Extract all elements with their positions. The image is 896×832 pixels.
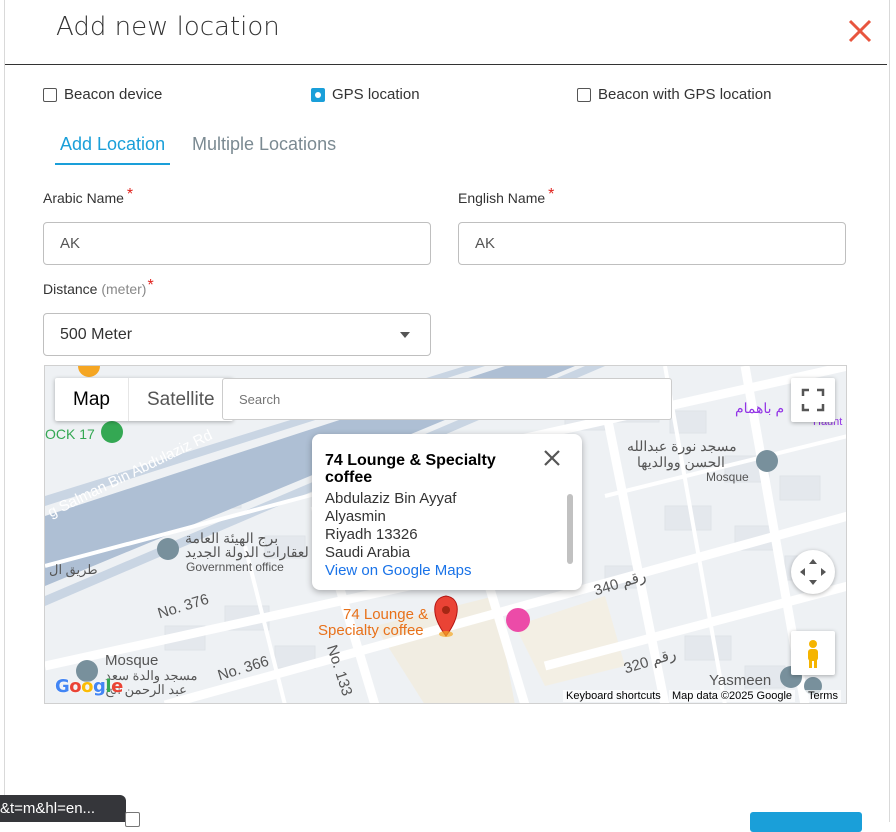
fullscreen-icon [801,388,825,412]
beacon-with-gps-checkbox[interactable] [577,87,591,102]
info-place-name: 74 Lounge & Specialty coffee [325,452,496,486]
option-beacon-with-gps[interactable]: Beacon with GPS location [577,86,771,103]
map-place-label: الحسن ووالديها [637,454,725,470]
distance-unit: (meter) [101,281,147,297]
map-search-input[interactable]: Search [222,378,672,420]
keyboard-shortcuts-link[interactable]: Keyboard shortcuts [563,690,664,702]
map-place-label: Mosque [105,652,159,669]
info-address-line: Alyasmin [325,508,386,525]
map-type-satellite-button[interactable]: Satellite [127,378,233,421]
bottom-checkbox[interactable] [125,812,140,827]
map-type-control: Map Satellite [55,378,233,421]
google-logo: Google [55,676,123,697]
map-place-label: م باهمام [735,400,785,416]
map-place-label: OCK 17 [45,426,95,442]
distance-label-text: Distance [43,281,98,297]
arabic-name-input[interactable]: AK [43,222,431,265]
arabic-name-label-text: Arabic Name [43,190,124,206]
gps-location-checkbox[interactable] [311,87,325,102]
option-beacon-device[interactable]: Beacon device [43,86,162,103]
option-label: Beacon with GPS location [598,86,772,103]
map-data-attribution: Map data ©2025 Google [669,690,796,702]
location-type-options: Beacon device GPS location Beacon with G… [43,86,843,106]
map-place-label: Specialty coffee [318,622,424,639]
submit-button[interactable] [750,812,862,832]
required-mark: * [548,186,555,203]
info-address-line: Abdulaziz Bin Ayyaf [325,490,457,507]
map-place-label: طريق ال [49,562,98,577]
move-arrows-icon [800,559,826,585]
status-url-tooltip: &t=m&hl=en... [0,795,126,822]
required-mark: * [126,186,134,203]
arabic-name-label: Arabic Name * [43,186,133,208]
english-name-label-text: English Name [458,190,546,206]
option-label: GPS location [332,86,420,103]
info-close-button[interactable] [540,446,564,470]
map-view[interactable]: g Salman Bin Abdulaziz Rd No. 376 No. 36… [44,365,847,704]
modal-header: Add new location [5,0,887,65]
option-gps-location[interactable]: GPS location [311,86,420,103]
map-place-label: Government office [186,560,284,574]
tab-multiple-locations[interactable]: Multiple Locations [187,128,341,163]
required-mark: * [147,277,154,294]
map-place-label: 74 Lounge & [343,606,429,623]
modal-title: Add new location [56,12,280,42]
option-label: Beacon device [64,86,163,103]
camera-control-button[interactable] [791,550,835,594]
distance-selected-value: 500 Meter [60,326,133,343]
tab-add-location[interactable]: Add Location [55,128,171,165]
pegman-icon [808,640,818,668]
english-name-label: English Name * [458,186,554,208]
street-view-pegman-button[interactable] [791,631,835,675]
map-place-label: Yasmeen [709,672,772,689]
close-modal-button[interactable] [843,14,877,48]
chevron-down-icon [400,332,410,338]
map-place-label: Mosque [706,470,749,484]
map-place-label: مسجد نورة عبدالله [627,438,737,454]
info-scrollbar[interactable] [567,494,573,564]
english-name-input[interactable]: AK [458,222,846,265]
info-address-line: Saudi Arabia [325,544,411,561]
map-type-map-button[interactable]: Map [55,378,128,421]
distance-select[interactable]: 500 Meter [43,313,431,356]
add-location-modal: Add new location Beacon device GPS locat… [4,0,890,822]
distance-label: Distance (meter)* [43,277,154,299]
close-icon [848,19,872,43]
view-on-google-maps-link[interactable]: View on Google Maps [325,562,471,580]
fullscreen-button[interactable] [791,378,835,422]
map-info-window: 74 Lounge & Specialty coffee Abdulaziz B… [312,434,582,590]
map-place-label: لعقارات الدولة الجديد [185,544,309,560]
info-address: Abdulaziz Bin Ayyaf Alyasmin Riyadh 1332… [325,490,471,580]
terms-link[interactable]: Terms [805,690,841,702]
info-address-line: Riyadh 13326 [325,526,418,543]
beacon-device-checkbox[interactable] [43,87,57,102]
close-icon [544,450,560,466]
